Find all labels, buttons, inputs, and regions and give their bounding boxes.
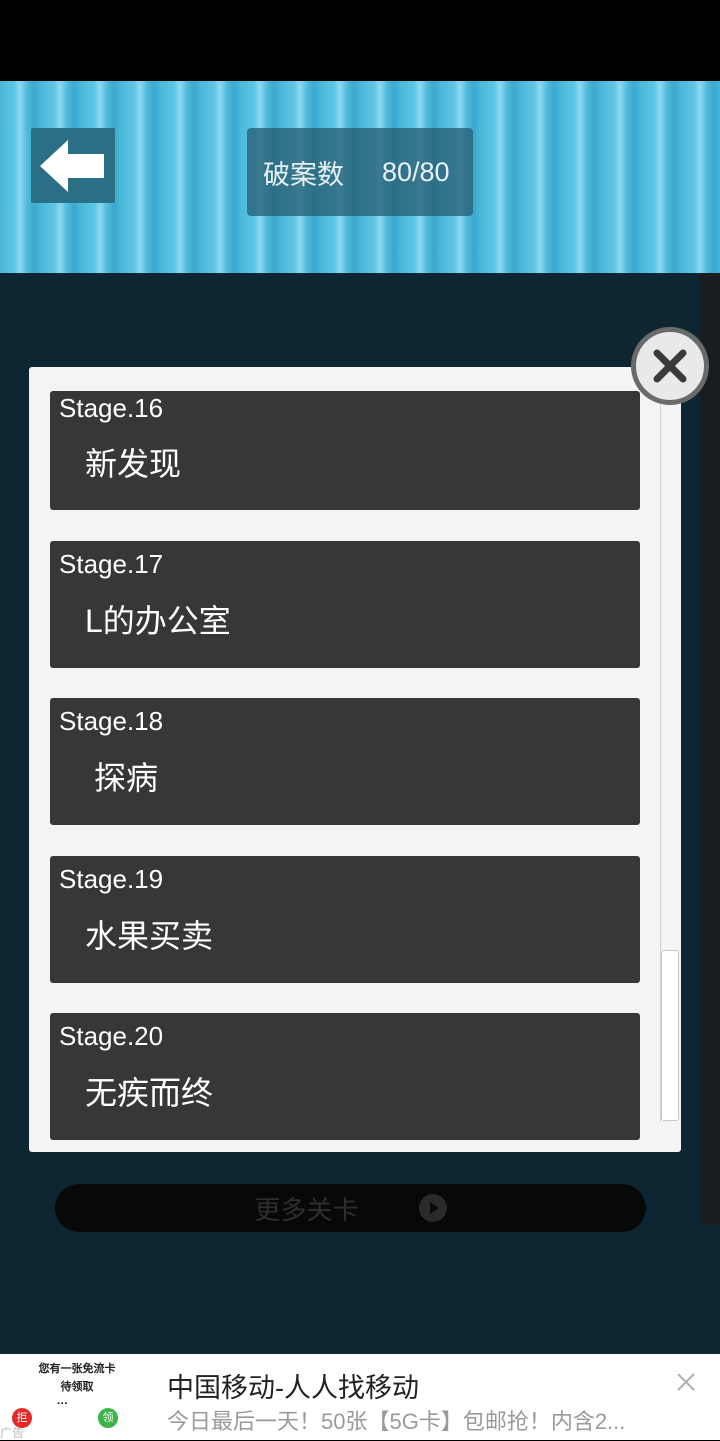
stage-number: Stage.19 bbox=[59, 864, 164, 894]
ad-claim-badge: 领 bbox=[98, 1408, 118, 1428]
close-button[interactable] bbox=[631, 327, 709, 405]
stage-list[interactable]: Stage.16 新发现 Stage.17 L的办公室 Stage.18 探病 … bbox=[50, 367, 640, 1140]
stage-item[interactable]: Stage.20 无疾而终 bbox=[50, 1013, 640, 1140]
stage-title: 探病 bbox=[94, 760, 159, 796]
status-bar bbox=[0, 0, 720, 81]
header: 破案数 80/80 bbox=[0, 81, 720, 273]
stage-title: L的办公室 bbox=[85, 603, 231, 639]
play-icon bbox=[418, 1194, 447, 1222]
stage-number: Stage.16 bbox=[59, 393, 164, 423]
stage-select-modal: Stage.16 新发现 Stage.17 L的办公室 Stage.18 探病 … bbox=[29, 367, 681, 1152]
close-icon bbox=[653, 349, 687, 383]
solved-cases-counter: 破案数 80/80 bbox=[247, 128, 473, 216]
back-button[interactable] bbox=[31, 128, 115, 203]
stage-title: 新发现 bbox=[85, 446, 182, 482]
stage-item[interactable]: Stage.17 L的办公室 bbox=[50, 541, 640, 668]
ad-close-icon bbox=[677, 1373, 695, 1391]
ad-tag: 广告 bbox=[0, 1426, 25, 1440]
ad-image-dots: ··· bbox=[57, 1398, 68, 1410]
stage-item[interactable]: Stage.16 新发现 bbox=[50, 391, 640, 510]
stage-number: Stage.18 bbox=[59, 706, 164, 736]
stage-title: 水果买卖 bbox=[85, 918, 214, 954]
ad-image[interactable]: 您有一张免流卡 待领取 bbox=[14, 1360, 140, 1434]
back-arrow-icon bbox=[40, 139, 104, 192]
ad-description: 今日最后一天！50张【5G卡】包邮抢！内含2... bbox=[167, 1409, 626, 1434]
stage-item[interactable]: Stage.18 探病 bbox=[50, 698, 640, 825]
scrollbar-thumb[interactable] bbox=[661, 950, 679, 1121]
ad-title: 中国移动-人人找移动 bbox=[167, 1373, 419, 1403]
stage-number: Stage.17 bbox=[59, 549, 164, 579]
ad-image-line: 您有一张免流卡 bbox=[38, 1363, 116, 1375]
counter-value: 80/80 bbox=[382, 156, 450, 187]
ad-image-line: 待领取 bbox=[60, 1381, 94, 1393]
stage-title: 无疾而终 bbox=[85, 1075, 214, 1111]
ad-banner[interactable]: 您有一张免流卡 待领取 ··· 拒 领 广告 中国移动-人人找移动 今日最后一天… bbox=[0, 1354, 720, 1440]
counter-label: 破案数 bbox=[263, 159, 344, 190]
more-stages-label: 更多关卡 bbox=[254, 1194, 359, 1225]
stage-number: Stage.20 bbox=[59, 1021, 164, 1051]
more-stages-button[interactable]: 更多关卡 bbox=[55, 1184, 646, 1232]
ad-close-button[interactable] bbox=[674, 1370, 698, 1399]
stage-item[interactable]: Stage.19 水果买卖 bbox=[50, 856, 640, 983]
